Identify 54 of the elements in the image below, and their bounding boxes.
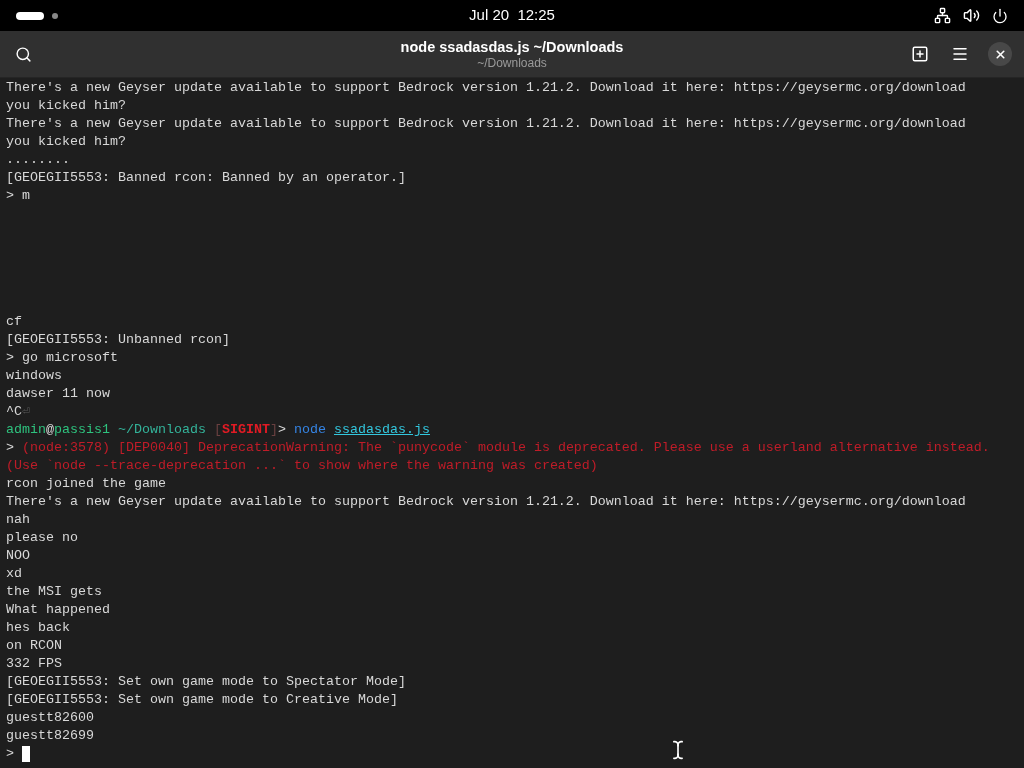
terminal-text: xd [6,565,22,583]
terminal-text: There's a new Geyser update available to support Bedrock version 1.21.2. Download it here: https://geysermc.org/download [6,79,966,97]
warning-text: (node:3578) [DEP0040] DeprecationWarning: The `punycode` module is deprecated. Please use a userland alternative instead. [22,439,990,457]
terminal-text: on RCON [6,637,62,655]
command-text: node [294,421,326,439]
terminal-text: rcon joined the game [6,475,166,493]
terminal-text: NOO [6,547,30,565]
terminal-text: ^C [6,403,22,421]
terminal-text: guestt82600 [6,709,94,727]
terminal-text: nah [6,511,30,529]
window-subtitle: ~/Downloads [477,55,547,71]
workspace-indicator-icon[interactable] [16,11,44,20]
terminal-text: @ [46,421,54,439]
prompt-user: passis1 [54,421,110,439]
terminal-text: dawser 11 now [6,385,110,403]
terminal-text: [GEOEGII5553: Set own game mode to Spectator Mode] [6,673,406,691]
menu-icon [951,45,969,63]
close-icon [993,47,1007,61]
terminal-text: windows [6,367,62,385]
file-link[interactable]: ssadasdas.js [334,421,430,439]
window-title: node ssadasdas.js ~/Downloads [400,37,624,56]
terminal-text: > [6,439,14,457]
terminal-text: you kicked him? [6,133,126,151]
terminal-text: [GEOEGII5553: Unbanned rcon] [6,331,230,349]
terminal-text: ........ [6,151,70,169]
network-icon[interactable] [934,7,951,24]
terminal-text: 332 FPS [6,655,62,673]
signal-label: SIGINT [222,421,270,439]
prompt-path: ~/Downloads [118,421,206,439]
terminal-text: guestt82699 [6,727,94,745]
terminal-text: [GEOEGII5553: Set own game mode to Creative Mode] [6,691,398,709]
power-icon[interactable] [992,7,1008,24]
terminal-text: > m [6,187,30,205]
terminal-text: > [6,745,14,763]
terminal-text: [GEOEGII5553: Banned rcon: Banned by an operator.] [6,169,406,187]
prompt-bracket: ] [270,421,278,439]
terminal-text: > [278,421,286,439]
terminal-text: There's a new Geyser update available to support Bedrock version 1.21.2. Download it here: https://geysermc.org/download [6,115,966,133]
clock[interactable]: Jul 20 12:25 [469,4,555,27]
terminal-text: There's a new Geyser update available to support Bedrock version 1.21.2. Download it here: https://geysermc.org/download [6,493,966,511]
terminal-text: What happened [6,601,110,619]
volume-icon[interactable] [963,7,980,24]
terminal-text: hes back [6,619,70,637]
text-cursor-block [22,746,30,762]
terminal-text: cf [6,313,22,331]
prompt-bracket: [ [214,421,222,439]
terminal-text: please no [6,529,78,547]
close-button[interactable] [988,42,1012,66]
terminal-text: you kicked him? [6,97,126,115]
terminal-text: > go microsoft [6,349,118,367]
prompt-user: admin [6,421,46,439]
terminal-text: the MSI gets [6,583,102,601]
warning-text: (Use `node --trace-deprecation ...` to show where the warning was created) [6,457,598,475]
terminal-text: ⏎ [22,403,31,421]
